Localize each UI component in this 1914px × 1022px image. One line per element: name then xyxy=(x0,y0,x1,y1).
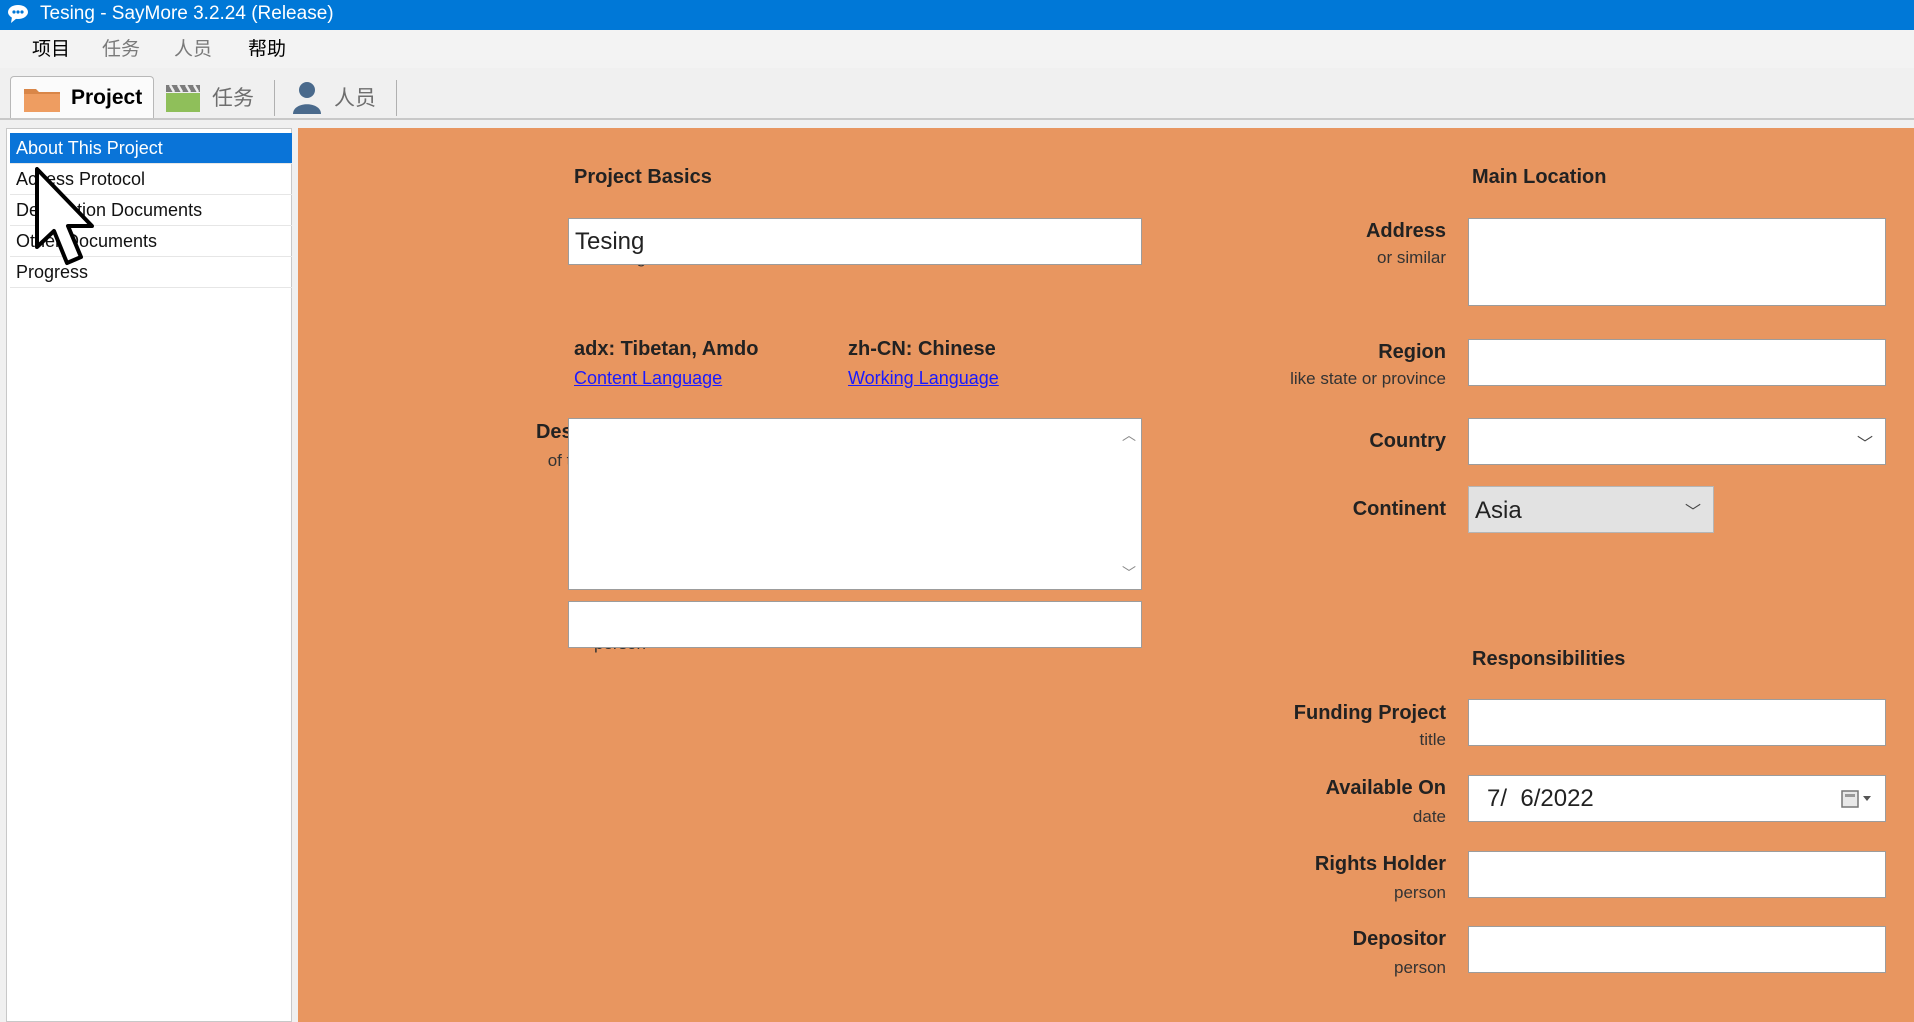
available-on-value: 7/ 6/2022 xyxy=(1487,784,1594,812)
tab-people[interactable]: 人员 xyxy=(290,76,394,118)
continent-dropdown[interactable]: Asia ﹀ xyxy=(1468,486,1714,533)
working-language-link[interactable]: Working Language xyxy=(848,368,999,389)
country-dropdown[interactable]: ﹀ xyxy=(1468,418,1886,465)
rights-holder-sublabel: person xyxy=(1394,883,1446,902)
depositor-sublabel: person xyxy=(1394,958,1446,977)
person-icon xyxy=(293,82,321,114)
depositor-label: Depositor xyxy=(1352,928,1446,950)
title-bar: Tesing - SayMore 3.2.24 (Release) xyxy=(0,0,1914,30)
menu-bar: 项目 任务 人员 帮助 xyxy=(0,30,1914,68)
description-field[interactable]: ︿ ﹀ xyxy=(568,418,1142,590)
menu-people[interactable]: 人员 xyxy=(172,37,214,61)
tab-strip: Project 任务 人员 xyxy=(0,68,1914,120)
menu-help[interactable]: 帮助 xyxy=(246,37,288,61)
tab-sessions[interactable]: 任务 xyxy=(164,76,268,118)
main-location-heading: Main Location xyxy=(1472,166,1607,188)
funding-project-label: Funding Project xyxy=(1293,702,1446,724)
funding-project-sublabel: title xyxy=(1419,730,1446,749)
chevron-down-icon: ﹀ xyxy=(1856,433,1873,453)
nav-item-about-this-project[interactable]: About This Project xyxy=(10,133,296,164)
rights-holder-label: Rights Holder xyxy=(1314,853,1446,875)
region-label: Region xyxy=(1378,341,1446,363)
calendar-dropdown-icon[interactable] xyxy=(1841,790,1875,808)
content-language-link[interactable]: Content Language xyxy=(574,368,722,389)
tab-separator xyxy=(396,80,397,116)
window-title: Tesing - SayMore 3.2.24 (Release) xyxy=(40,3,334,24)
available-on-label: Available On xyxy=(1325,777,1446,799)
region-sublabel: like state or province xyxy=(1290,369,1446,388)
working-language-name: zh-CN: Chinese xyxy=(848,338,996,360)
address-field[interactable] xyxy=(1468,218,1886,306)
menu-project[interactable]: 项目 xyxy=(30,37,72,61)
clapperboard-icon xyxy=(166,84,200,112)
address-label: Address xyxy=(1365,220,1446,242)
country-label: Country xyxy=(1369,430,1446,452)
address-sublabel: or similar xyxy=(1377,248,1446,267)
rights-holder-field[interactable] xyxy=(1468,851,1886,898)
tab-separator xyxy=(274,80,275,116)
funding-project-field[interactable] xyxy=(1468,699,1886,746)
tab-sessions-label: 任务 xyxy=(212,86,254,110)
tab-project[interactable]: Project xyxy=(10,76,154,118)
about-project-panel: Project Basics Title long Tesing adx: Ti… xyxy=(298,128,1914,1022)
tab-people-label: 人员 xyxy=(334,86,376,110)
available-on-date-picker[interactable]: 7/ 6/2022 xyxy=(1468,775,1886,822)
project-basics-heading: Project Basics xyxy=(574,166,712,188)
contact-field[interactable] xyxy=(568,601,1142,648)
title-field[interactable]: Tesing xyxy=(568,218,1142,265)
title-value: Tesing xyxy=(575,227,645,255)
menu-sessions[interactable]: 任务 xyxy=(100,37,142,61)
chevron-down-icon: ﹀ xyxy=(1684,501,1701,521)
content-language-name: adx: Tibetan, Amdo xyxy=(574,338,759,360)
continent-label: Continent xyxy=(1352,498,1446,520)
responsibilities-heading: Responsibilities xyxy=(1472,648,1626,670)
available-on-sublabel: date xyxy=(1412,807,1446,826)
depositor-field[interactable] xyxy=(1468,926,1886,973)
folder-icon xyxy=(24,88,60,112)
app-icon xyxy=(8,5,28,23)
tab-project-label: Project xyxy=(71,85,143,109)
scroll-down-icon[interactable]: ﹀ xyxy=(1122,563,1136,583)
mouse-cursor-icon xyxy=(35,167,94,265)
continent-value: Asia xyxy=(1475,497,1522,524)
region-field[interactable] xyxy=(1468,339,1886,386)
